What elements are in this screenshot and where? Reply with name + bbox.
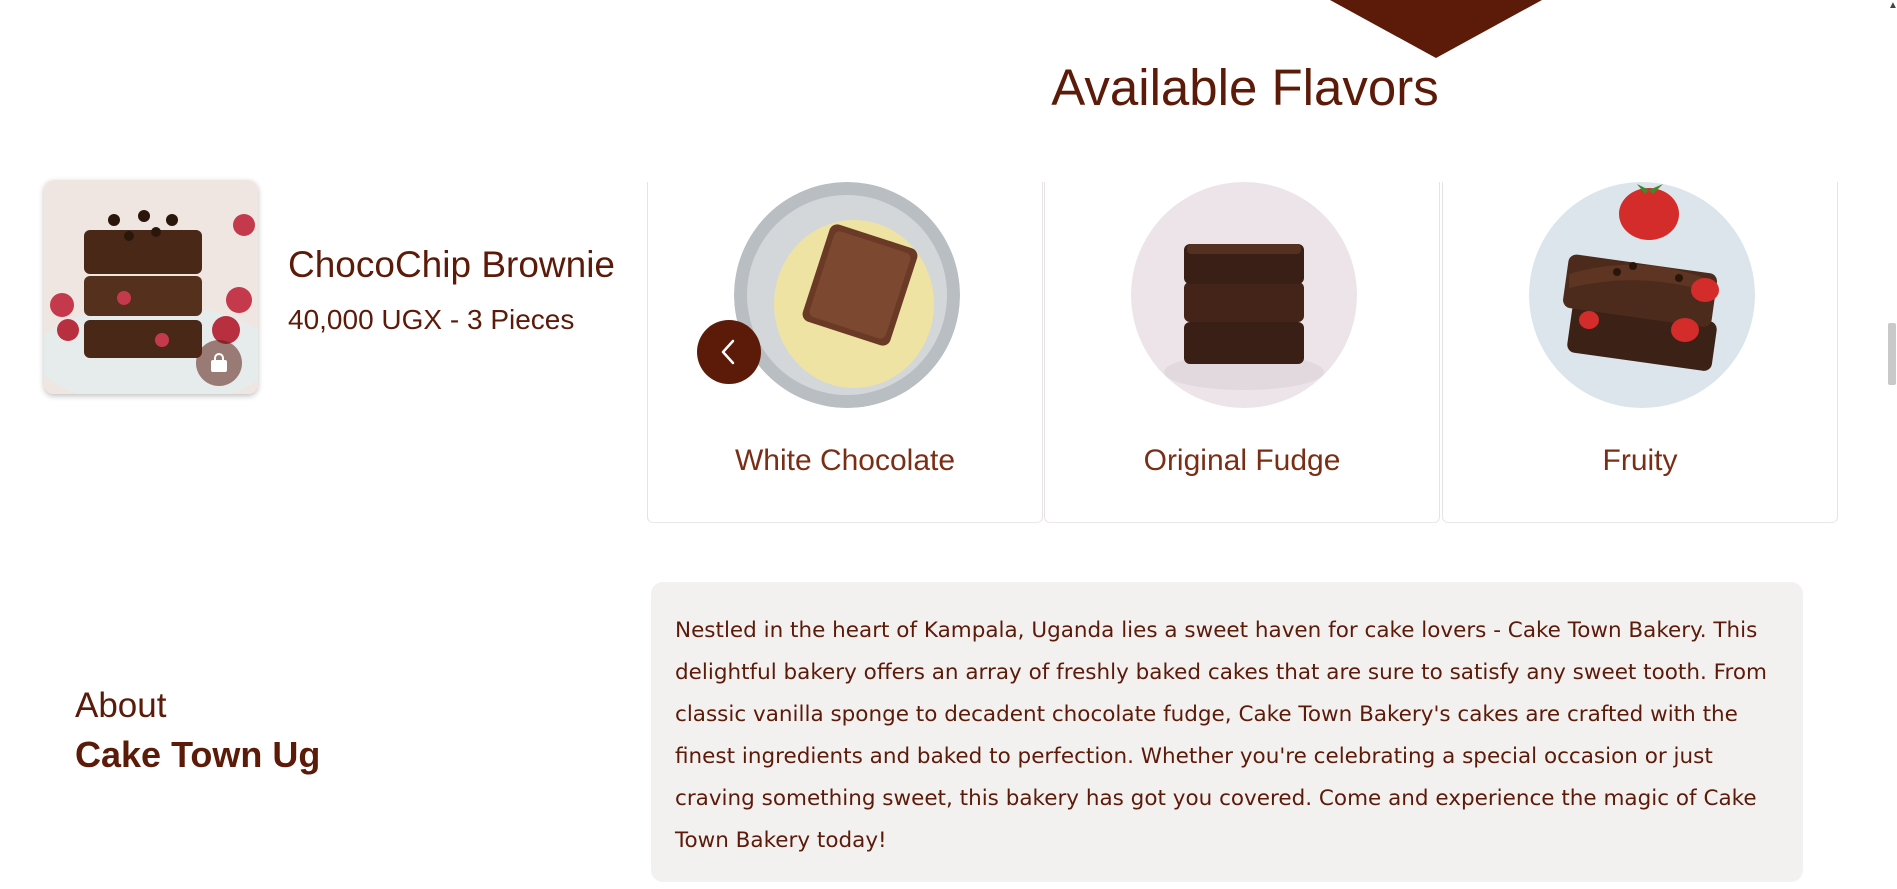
original-fudge-brownie-image	[1131, 182, 1357, 408]
about-description: Nestled in the heart of Kampala, Uganda …	[651, 582, 1803, 882]
about-brand-name: Cake Town Ug	[75, 734, 321, 775]
white-chocolate-brownie-image	[734, 182, 960, 408]
flavor-card-original-fudge[interactable]: Original Fudge	[1044, 182, 1440, 523]
flavor-label: Original Fudge	[1143, 444, 1341, 477]
flavor-card-fruity[interactable]: Fruity	[1442, 182, 1838, 523]
shopping-bag-icon	[211, 353, 227, 372]
flavor-label: White Chocolate	[734, 444, 956, 477]
add-to-cart-button[interactable]	[196, 340, 242, 386]
fruity-brownie-image	[1529, 182, 1755, 408]
carousel-prev-button[interactable]	[697, 320, 761, 384]
product-price: 40,000 UGX - 3 Pieces	[288, 304, 575, 335]
flavor-label: Fruity	[1602, 444, 1678, 477]
chevron-left-icon	[721, 339, 735, 365]
flavors-carousel[interactable]: White Chocolate Original Fudge Fruity	[647, 182, 1840, 524]
scrollbar-thumb[interactable]	[1888, 323, 1896, 385]
flavors-title: Available Flavors	[1051, 59, 1439, 116]
page-scrollbar[interactable]	[1885, 0, 1897, 889]
about-label: About	[75, 686, 167, 725]
decorative-triangle	[1330, 0, 1542, 58]
scroll-up-arrow-icon[interactable]: ▲	[1888, 0, 1897, 11]
about-text: Nestled in the heart of Kampala, Uganda …	[675, 618, 1767, 853]
product-name[interactable]: ChocoChip Brownie	[288, 244, 615, 286]
